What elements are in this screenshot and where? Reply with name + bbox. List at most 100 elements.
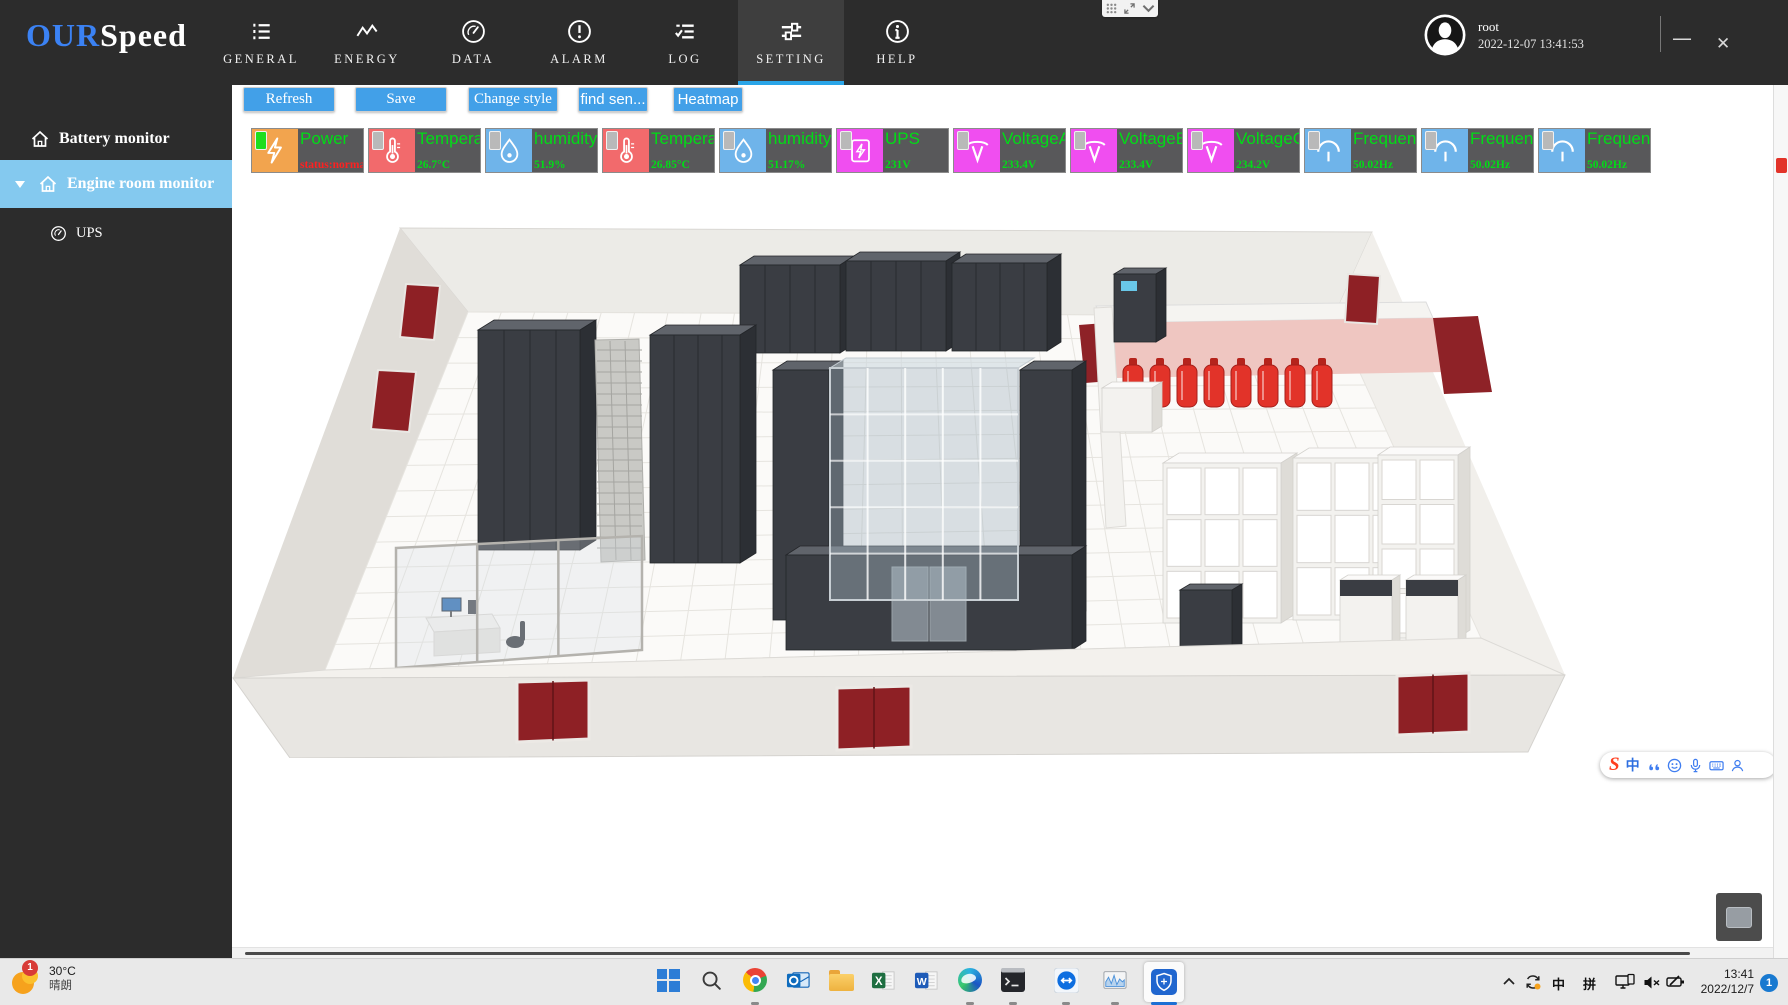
taskbar-app-teamviewer[interactable] [1053,967,1079,993]
sensor-value: status:normal [300,159,363,171]
refresh-button[interactable]: Refresh [243,87,335,112]
sensor-value: 231V [885,159,948,171]
excel-icon: X [871,968,896,993]
sensor-value: 51.17% [768,159,831,171]
tray-battery-icon[interactable] [1666,974,1686,990]
edge-icon [958,968,982,992]
taskbar-app-taskmanager[interactable] [1102,967,1128,993]
sogou-logo[interactable]: S [1609,754,1620,776]
file-explorer-icon [829,970,854,991]
keyboard-icon[interactable] [1709,758,1724,773]
sensor-text: Temperature226.85°C [649,129,714,172]
tray-network-icon[interactable] [1615,973,1635,992]
nav-item-help[interactable]: HELP [844,0,950,85]
smiley-icon[interactable] [1667,758,1682,773]
app-logo: OURSpeed [26,17,187,54]
weather-temperature: 30°C [49,964,76,979]
sidebar-item-engine-room-monitor[interactable]: Engine room monitor [0,160,232,208]
taskbar-app-word[interactable]: W [913,967,939,993]
status-indicator [1191,131,1203,150]
save-button[interactable]: Save [355,87,447,112]
log-icon [672,18,699,45]
taskbar-app-monitor-app[interactable] [1144,962,1184,1002]
sensor-name: FrequencyB [1470,129,1533,148]
taskbar-app-search[interactable] [698,967,724,993]
heatmap-button[interactable]: Heatmap [673,87,743,112]
user-icon[interactable] [1730,758,1745,773]
tray-sync-icon[interactable] [1524,973,1542,991]
nav-item-log[interactable]: LOG [632,0,738,85]
sun-icon: 1 [10,962,42,996]
voltage-icon [1071,129,1117,172]
punctuation-icon[interactable] [1646,758,1661,773]
nav-item-setting[interactable]: SETTING [738,0,844,85]
windows-taskbar: 1 30°C 晴朗 XW 中 拼 13:41 2022/12/7 1 [0,958,1788,1005]
change-style-button[interactable]: Change style [468,87,558,112]
status-indicator [957,131,969,150]
nav-item-alarm[interactable]: ALARM [526,0,632,85]
sensor-widget-voltagea[interactable]: VoltageA233.4V [953,128,1066,173]
sensor-widget-temperature[interactable]: Temperature26.7°C [368,128,481,173]
mic-icon[interactable] [1688,758,1703,773]
taskbar-app-edge[interactable] [957,967,983,993]
sensor-text: Power status:normal [298,129,363,172]
sensor-widget-frequencyc[interactable]: FrequencyC50.02Hz [1538,128,1651,173]
user-box[interactable]: root 2022-12-07 13:41:53 [1424,14,1584,56]
status-indicator [1542,131,1554,150]
sensor-widget-frequencyb[interactable]: FrequencyB50.02Hz [1421,128,1534,173]
sensor-widget-temperature2[interactable]: Temperature226.85°C [602,128,715,173]
sensor-widget-humidity[interactable]: humidity51.9% [485,128,598,173]
sensor-name: Power [300,129,363,148]
sensor-widget-power[interactable]: Power status:normal [251,128,364,173]
sensor-widget-voltagec[interactable]: VoltageC234.2V [1187,128,1300,173]
nav-item-energy[interactable]: ENERGY [314,0,420,85]
tray-clock[interactable]: 13:41 2022/12/7 [1688,967,1754,997]
sensor-widget-voltageb[interactable]: VoltageB233.4V [1070,128,1183,173]
sensor-text: VoltageB233.4V [1117,129,1182,172]
minimize-button[interactable]: — [1672,8,1692,68]
ime-language-indicator[interactable]: 中 [1626,755,1640,775]
taskbar-app-excel[interactable]: X [870,967,896,993]
tray-ime-pinyin[interactable]: 拼 [1583,974,1596,993]
caret-down-icon [15,181,25,188]
status-indicator [840,131,852,150]
sidebar-item-battery-monitor[interactable]: Battery monitor [0,118,232,160]
taskbar-app-start[interactable] [655,967,681,993]
screen-capture-widget[interactable] [1102,0,1158,17]
sensor-name: FrequencyA [1353,129,1416,148]
sensor-name: FrequencyC [1587,129,1650,148]
sensor-widget-ups[interactable]: UPS231V [836,128,949,173]
sidebar-item-label: Battery monitor [59,130,170,148]
nav-item-data[interactable]: DATA [420,0,526,85]
status-indicator [1074,131,1086,150]
taskbar-app-explorer[interactable] [828,967,854,993]
room-3d-view[interactable] [232,218,1573,758]
sidebar-item-ups[interactable]: UPS [0,215,232,251]
sensor-text: VoltageC234.2V [1234,129,1299,172]
taskbar-weather-widget[interactable]: 1 30°C 晴朗 [10,962,76,996]
start-icon [657,969,680,992]
scrollbar-alert-marker[interactable] [1776,158,1787,173]
ups-icon [837,129,883,172]
sogou-ime-bar[interactable]: S 中 [1600,752,1773,778]
nav-item-general[interactable]: GENERAL [208,0,314,85]
find-sensor-button[interactable]: find sen... [578,87,648,112]
horizontal-scrollbar [232,947,1773,958]
tray-volume-muted-icon[interactable] [1643,975,1661,990]
horizontal-scrollbar-thumb[interactable] [245,952,1690,955]
sensor-widget-frequencya[interactable]: FrequencyA50.02Hz [1304,128,1417,173]
tray-ime-chinese[interactable]: 中 [1552,974,1565,993]
sensor-widget-humidity2[interactable]: humidity251.17% [719,128,832,173]
chevron-down-icon[interactable] [1142,4,1155,13]
weather-text: 30°C 晴朗 [49,964,76,994]
close-button[interactable]: ✕ [1716,14,1730,74]
expand-icon[interactable] [1124,3,1135,14]
notification-badge[interactable]: 1 [1760,974,1778,992]
tray-chevron-up-icon[interactable] [1502,976,1516,986]
grid-icon[interactable] [1106,3,1117,14]
taskbar-app-terminal[interactable] [1000,967,1026,993]
taskbar-app-outlook[interactable] [785,967,811,993]
floating-mini-panel[interactable] [1716,893,1762,941]
avatar[interactable] [1424,14,1466,56]
taskbar-app-chrome[interactable] [742,967,768,993]
